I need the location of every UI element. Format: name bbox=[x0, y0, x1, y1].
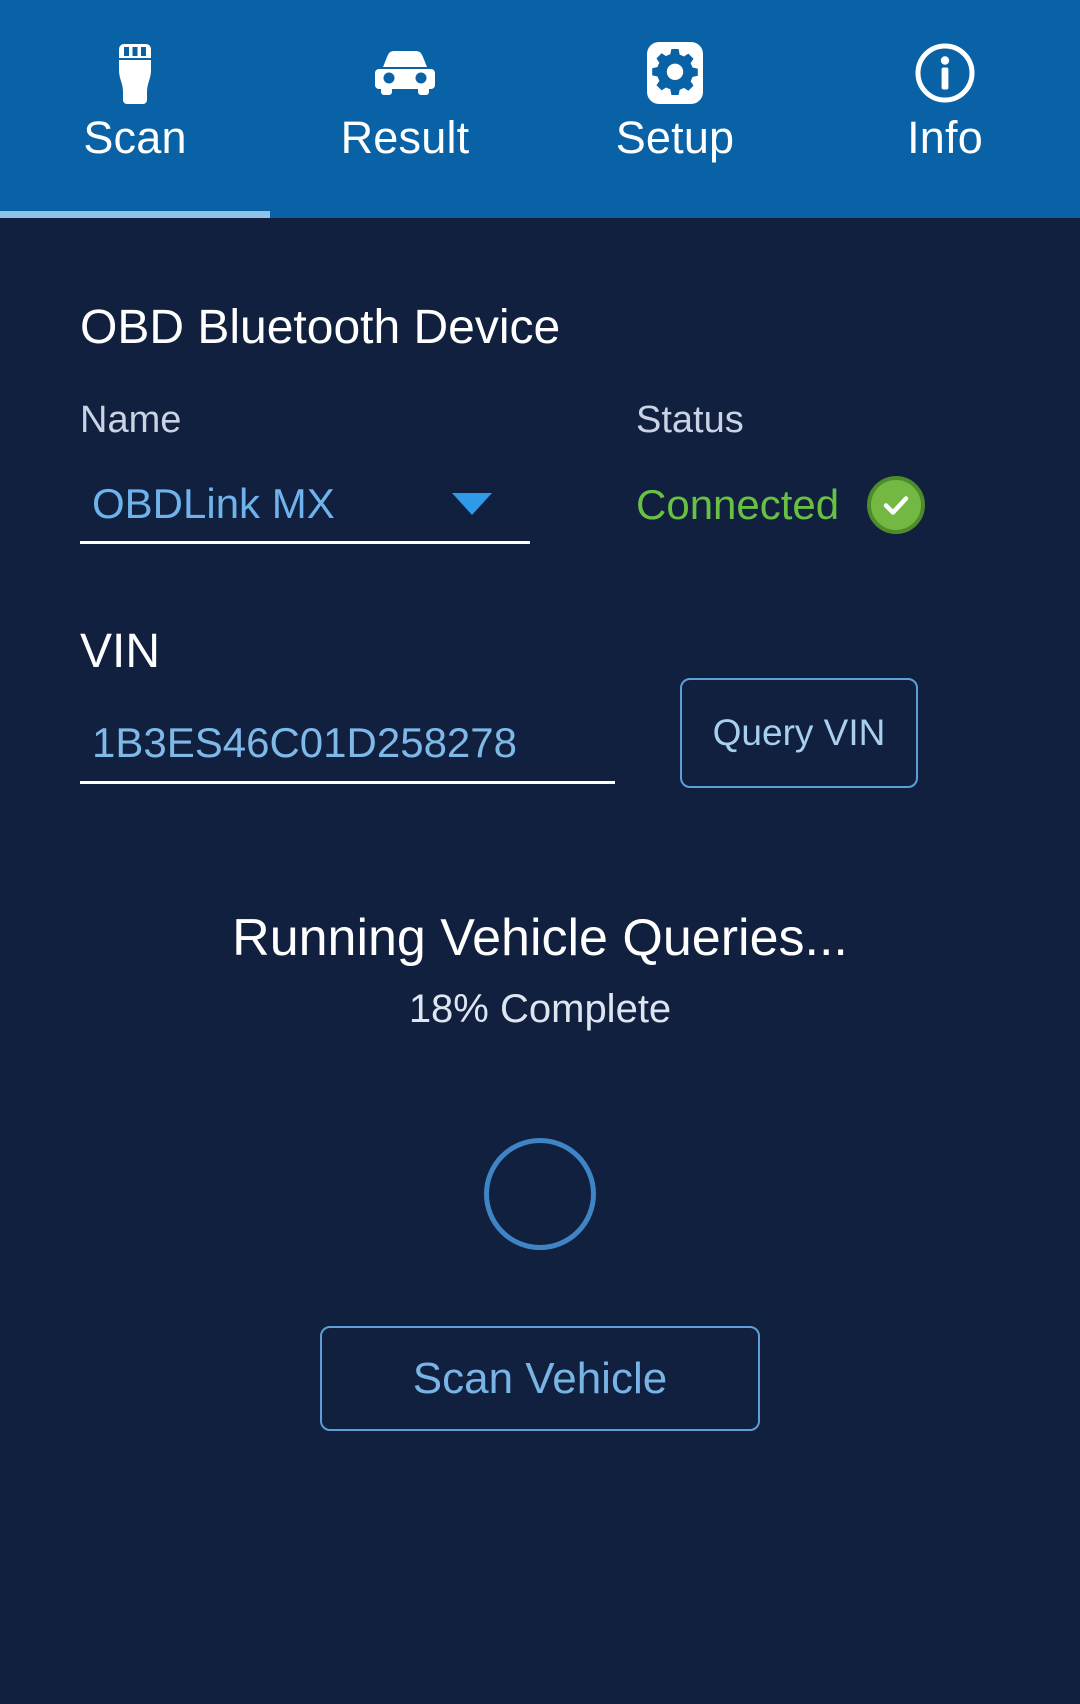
progress-title: Running Vehicle Queries... bbox=[232, 909, 848, 967]
tab-info-label: Info bbox=[907, 112, 983, 163]
check-circle-icon bbox=[867, 476, 926, 534]
info-circle-icon bbox=[810, 42, 1080, 104]
gear-icon bbox=[540, 42, 810, 104]
vin-label: VIN bbox=[80, 625, 161, 678]
tab-scan-label: Scan bbox=[83, 112, 187, 163]
progress-percent-text: 18% Complete bbox=[408, 987, 672, 1031]
device-status-label: Status bbox=[636, 399, 744, 441]
device-name-label: Name bbox=[80, 399, 182, 441]
query-vin-button[interactable]: Query VIN bbox=[680, 678, 918, 788]
device-name-dropdown[interactable]: OBDLink MX bbox=[80, 466, 530, 544]
device-status-group: Status Connected bbox=[636, 398, 926, 544]
device-name-selected-value: OBDLink MX bbox=[92, 479, 335, 527]
section-title-obd-bluetooth-device: OBD Bluetooth Device bbox=[80, 301, 561, 354]
tab-setup[interactable]: Setup bbox=[540, 0, 810, 218]
tab-result[interactable]: Result bbox=[270, 0, 540, 218]
car-icon bbox=[270, 42, 540, 104]
obd-plug-icon bbox=[0, 42, 270, 104]
obd-scan-screen: Scan Result Setup Info OBD Bluetooth Dev… bbox=[0, 0, 1080, 1704]
tab-result-label: Result bbox=[340, 112, 470, 163]
vin-field-wrapper[interactable] bbox=[80, 704, 615, 784]
vin-input[interactable] bbox=[80, 718, 615, 767]
device-name-field-group: Name OBDLink MX bbox=[80, 398, 530, 544]
tab-setup-label: Setup bbox=[615, 112, 735, 163]
tab-scan[interactable]: Scan bbox=[0, 0, 270, 218]
scan-vehicle-button[interactable]: Scan Vehicle bbox=[320, 1326, 760, 1431]
top-navigation-bar: Scan Result Setup Info bbox=[0, 0, 1080, 218]
chevron-down-icon[interactable] bbox=[452, 492, 492, 515]
device-status-row: Connected bbox=[636, 466, 926, 544]
loading-spinner-icon bbox=[484, 1138, 596, 1250]
status-badge: Connected bbox=[636, 481, 840, 528]
tab-info[interactable]: Info bbox=[810, 0, 1080, 218]
scan-content-area: OBD Bluetooth Device Name OBDLink MX Sta… bbox=[0, 218, 1080, 1704]
